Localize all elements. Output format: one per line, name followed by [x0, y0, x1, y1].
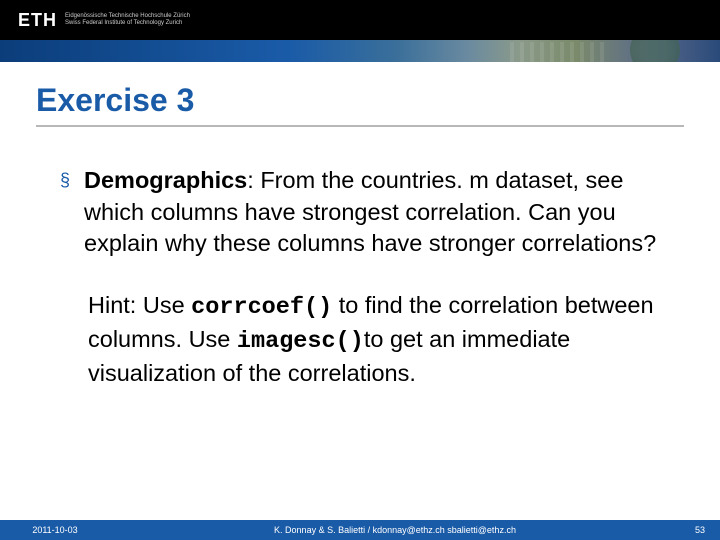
footer-date: 2011-10-03	[0, 525, 110, 535]
code-corrcoef: corrcoef()	[191, 294, 332, 321]
header-image-band	[0, 40, 720, 62]
slide-footer: 2011-10-03 K. Donnay & S. Balietti / kdo…	[0, 520, 720, 540]
slide-header: ETH Eidgenössische Technische Hochschule…	[0, 0, 720, 62]
bullet-icon: §	[60, 170, 70, 191]
bullet-paragraph: Demographics: From the countries. m data…	[84, 165, 660, 260]
slide-title: Exercise 3	[36, 82, 720, 119]
eth-subtitle-line1: Eidgenössische Technische Hochschule Zür…	[65, 13, 190, 20]
hint-paragraph: Hint: Use corrcoef() to find the correla…	[88, 290, 660, 389]
bullet-label: Demographics	[84, 167, 247, 193]
eth-logo: ETH	[18, 10, 57, 31]
eth-subtitle: Eidgenössische Technische Hochschule Zür…	[65, 13, 190, 26]
bullet-item: § Demographics: From the countries. m da…	[60, 165, 660, 260]
eth-subtitle-line2: Swiss Federal Institute of Technology Zu…	[65, 20, 190, 27]
footer-page-number: 53	[680, 525, 720, 535]
hint-prefix: Hint: Use	[88, 292, 191, 318]
header-top-bar: ETH Eidgenössische Technische Hochschule…	[0, 0, 720, 40]
footer-credits: K. Donnay & S. Balietti / kdonnay@ethz.c…	[110, 525, 680, 535]
slide-content: § Demographics: From the countries. m da…	[0, 127, 720, 389]
code-imagesc: imagesc()	[237, 328, 364, 355]
